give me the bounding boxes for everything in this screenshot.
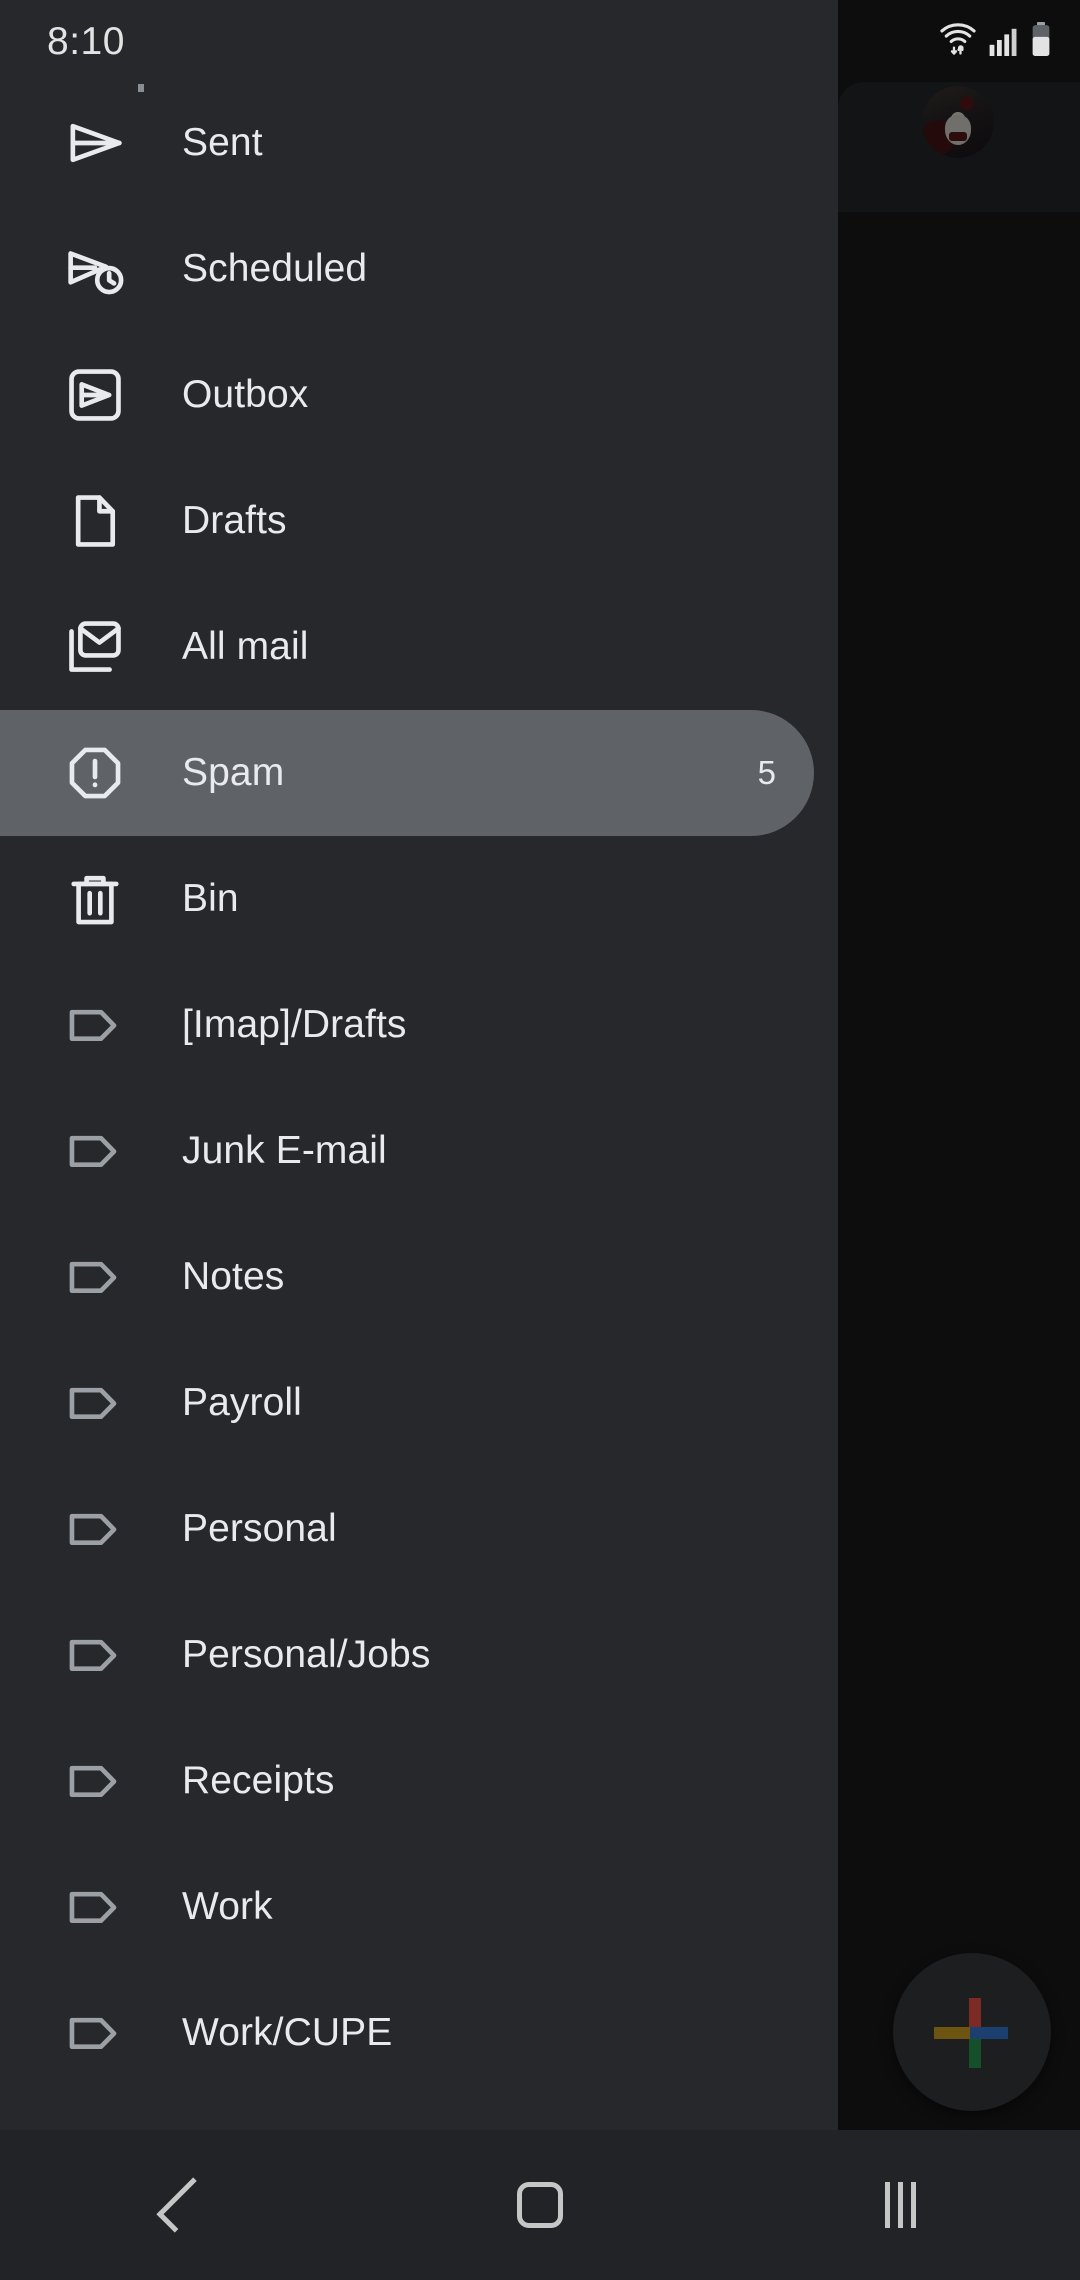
label-icon (64, 1876, 126, 1938)
scheduled-icon (64, 238, 126, 300)
label-icon (64, 2002, 126, 2064)
drawer-item-label: Sent (182, 121, 263, 164)
drawer-item-label: Personal/Jobs (182, 1633, 431, 1676)
drawer-item-personal-jobs[interactable]: Personal/Jobs (0, 1592, 838, 1718)
drawer-item-label: [Imap]/Drafts (182, 1003, 407, 1046)
drawer-item-list: Sent Scheduled Outbox Drafts All mail Spam 5 Bi… (0, 80, 838, 2096)
all-mail-icon (64, 616, 126, 678)
google-plus-icon (893, 1953, 1051, 2111)
drawer-item-label: Work (182, 1885, 273, 1928)
drawer-item-junk-e-mail[interactable]: Junk E-mail (0, 1088, 838, 1214)
drawer-item-label: Spam (182, 751, 285, 794)
drawer-item-label: Receipts (182, 1759, 335, 1802)
drawer-item-work-cupe[interactable]: Work/CUPE (0, 1970, 838, 2096)
label-icon (64, 1750, 126, 1812)
drawer-item-imap-drafts[interactable]: [Imap]/Drafts (0, 962, 838, 1088)
drawer-item-label: All mail (182, 625, 309, 668)
drawer-item-all-mail[interactable]: All mail (0, 584, 838, 710)
compose-fab[interactable] (893, 1953, 1051, 2111)
drawer-item-personal[interactable]: Personal (0, 1466, 838, 1592)
app-background (838, 80, 1080, 2130)
status-time: 8:10 (47, 20, 125, 63)
drawer-item-label: Payroll (182, 1381, 302, 1424)
battery-icon (1030, 22, 1052, 61)
drafts-icon (64, 490, 126, 552)
label-icon (64, 1120, 126, 1182)
label-icon (64, 1498, 126, 1560)
recents-bars-icon (884, 2182, 916, 2228)
label-icon (64, 1246, 126, 1308)
drawer-item-label: Junk E-mail (182, 1129, 387, 1172)
drawer-item-label: Scheduled (182, 247, 368, 290)
label-icon (64, 1372, 126, 1434)
sent-icon (64, 112, 126, 174)
drawer-item-drafts[interactable]: Drafts (0, 458, 838, 584)
drawer-item-label: Personal (182, 1507, 337, 1550)
drawer-item-label: Work/CUPE (182, 2011, 393, 2054)
drawer-item-notes[interactable]: Notes (0, 1214, 838, 1340)
spam-icon (64, 742, 126, 804)
drawer-item-spam[interactable]: Spam 5 (0, 710, 838, 836)
drawer-item-label: Drafts (182, 499, 287, 542)
wifi-icon (938, 22, 978, 61)
status-bar: 8:10 (0, 0, 1080, 80)
back-chevron-icon (156, 2177, 212, 2233)
back-button[interactable] (100, 2130, 260, 2280)
bin-icon (64, 868, 126, 930)
phone-screen: Sent Scheduled Outbox Drafts All mail Spam 5 Bi… (0, 0, 1080, 2280)
drawer-item-work[interactable]: Work (0, 1844, 838, 1970)
drawer-item-receipts[interactable]: Receipts (0, 1718, 838, 1844)
drawer-item-payroll[interactable]: Payroll (0, 1340, 838, 1466)
label-icon (64, 994, 126, 1056)
drawer-item-label: Outbox (182, 373, 309, 416)
drawer-item-label: Bin (182, 877, 239, 920)
system-navigation-bar (0, 2130, 1080, 2280)
drawer-item-label: Notes (182, 1255, 285, 1298)
drawer-item-scheduled[interactable]: Scheduled (0, 206, 838, 332)
outbox-icon (64, 364, 126, 426)
drawer-item-outbox[interactable]: Outbox (0, 332, 838, 458)
label-icon (64, 1624, 126, 1686)
status-icon-group (938, 22, 1052, 61)
drawer-item-sent[interactable]: Sent (0, 80, 838, 206)
cellular-signal-icon (988, 24, 1020, 61)
home-square-icon (517, 2182, 563, 2228)
home-button[interactable] (460, 2130, 620, 2280)
drawer-item-bin[interactable]: Bin (0, 836, 838, 962)
recents-button[interactable] (820, 2130, 980, 2280)
avatar-mouth-detail (949, 132, 967, 142)
drawer-item-count: 5 (757, 754, 776, 791)
navigation-drawer: Sent Scheduled Outbox Drafts All mail Spam 5 Bi… (0, 0, 838, 2130)
avatar[interactable] (922, 86, 994, 158)
